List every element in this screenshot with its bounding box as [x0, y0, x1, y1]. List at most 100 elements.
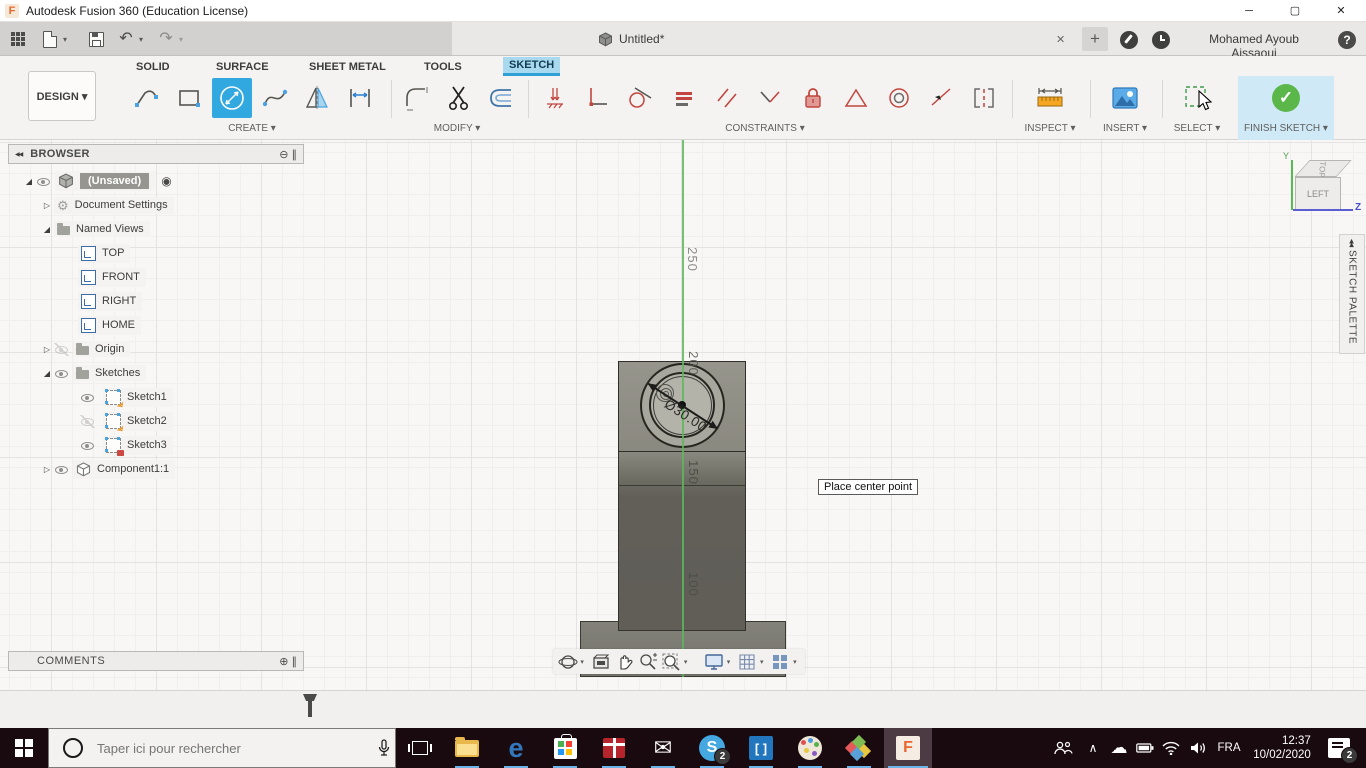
- circle-tool[interactable]: [212, 78, 252, 118]
- select-group-label[interactable]: SELECT ▾: [1157, 121, 1237, 135]
- viewports-icon[interactable]: [770, 651, 791, 673]
- tree-row-sketch1[interactable]: Sketch1: [8, 385, 308, 409]
- visibility-eye-icon[interactable]: [54, 463, 69, 476]
- hidden-icons-chevron[interactable]: ∧: [1080, 728, 1106, 768]
- taskbar-gift-icon[interactable]: [590, 728, 638, 768]
- equal-constraint[interactable]: [664, 78, 704, 118]
- midpoint-constraint[interactable]: [750, 78, 790, 118]
- zoom-window-caret-icon[interactable]: ▾: [684, 658, 692, 666]
- maximize-button[interactable]: ▢: [1278, 0, 1312, 22]
- visibility-eye-icon[interactable]: [80, 439, 95, 452]
- taskbar-design-tool-icon[interactable]: [835, 728, 883, 768]
- tree-row-component[interactable]: ▷ Component1:1: [8, 457, 308, 481]
- constraints-group-label[interactable]: CONSTRAINTS ▾: [715, 121, 815, 135]
- taskbar-paint-icon[interactable]: [786, 728, 834, 768]
- taskbar-brackets-icon[interactable]: [ ]: [737, 728, 785, 768]
- visibility-eye-icon[interactable]: [80, 391, 95, 404]
- start-button[interactable]: [0, 728, 48, 768]
- tree-item-label[interactable]: HOME: [102, 319, 135, 331]
- horizontal-vertical-constraint[interactable]: [535, 78, 575, 118]
- tree-row-sketch2[interactable]: Sketch2: [8, 409, 308, 433]
- finish-check-icon[interactable]: ✓: [1272, 84, 1300, 112]
- tab-sheet-metal[interactable]: SHEET METAL: [303, 57, 392, 76]
- people-icon[interactable]: [1046, 728, 1080, 768]
- tangent-constraint[interactable]: [620, 78, 660, 118]
- expand-panel-icon[interactable]: ◀◀: [1348, 239, 1355, 246]
- visibility-eye-off-icon[interactable]: [54, 342, 69, 356]
- tree-item-label[interactable]: Origin: [95, 343, 124, 355]
- collapsed-triangle-icon[interactable]: ▷: [40, 345, 54, 354]
- inspect-group-label[interactable]: INSPECT ▾: [1010, 121, 1090, 135]
- viewports-caret-icon[interactable]: ▾: [793, 658, 801, 666]
- design-workspace-button[interactable]: DESIGN ▾: [28, 71, 96, 121]
- visibility-eye-icon[interactable]: [36, 175, 51, 188]
- activate-radio-icon[interactable]: ◉: [161, 174, 171, 188]
- root-document-label[interactable]: (Unsaved): [80, 173, 150, 189]
- task-view-button[interactable]: [396, 728, 443, 768]
- dimension-tool[interactable]: [340, 78, 380, 118]
- collapsed-triangle-icon[interactable]: ▷: [40, 465, 54, 474]
- redo-icon[interactable]: ↷: [154, 28, 178, 50]
- rectangle-tool[interactable]: [169, 78, 209, 118]
- tree-item-label[interactable]: Sketches: [95, 367, 140, 379]
- tree-row-view-front[interactable]: FRONT: [8, 265, 308, 289]
- taskbar-store-icon[interactable]: [541, 728, 589, 768]
- panel-resize-handle[interactable]: ∥: [292, 148, 298, 161]
- clock[interactable]: 12:37 10/02/2020: [1246, 728, 1318, 768]
- tree-item-label[interactable]: FRONT: [102, 271, 140, 283]
- tree-item-label[interactable]: Component1:1: [97, 463, 169, 475]
- inspect-tool[interactable]: [1030, 78, 1070, 118]
- onedrive-cloud-icon[interactable]: ☁: [1106, 728, 1132, 768]
- taskbar-mail-icon[interactable]: ✉: [639, 728, 687, 768]
- taskbar-skype-icon[interactable]: S2: [688, 728, 736, 768]
- new-file-caret-icon[interactable]: ▾: [60, 28, 70, 50]
- browser-header[interactable]: ◀◀ BROWSER ⊖ ∥: [8, 144, 304, 164]
- visibility-eye-icon[interactable]: [54, 367, 69, 380]
- tree-row-origin[interactable]: ▷ Origin: [8, 337, 308, 361]
- microphone-icon[interactable]: [377, 739, 391, 757]
- close-button[interactable]: ✕: [1324, 0, 1358, 22]
- visibility-eye-off-icon[interactable]: [80, 414, 95, 428]
- insert-tool[interactable]: [1105, 78, 1145, 118]
- expanded-triangle-icon[interactable]: ◢: [22, 177, 36, 186]
- modify-group-label[interactable]: MODIFY ▾: [417, 121, 497, 135]
- fillet-tool[interactable]: [397, 78, 437, 118]
- tree-row-view-home[interactable]: HOME: [8, 313, 308, 337]
- offset-tool[interactable]: [481, 78, 521, 118]
- notification-clock-icon[interactable]: [1152, 31, 1170, 49]
- add-comment-icon[interactable]: ⊕: [279, 655, 288, 668]
- spline-tool[interactable]: [255, 78, 295, 118]
- hide-all-icon[interactable]: ⊖: [279, 148, 288, 161]
- tree-item-label[interactable]: Named Views: [76, 223, 144, 235]
- tree-item-label[interactable]: Sketch2: [127, 415, 167, 427]
- job-status-icon[interactable]: [1120, 31, 1138, 49]
- redo-caret-icon[interactable]: ▾: [176, 28, 186, 50]
- new-file-icon[interactable]: [38, 28, 62, 50]
- display-caret-icon[interactable]: ▾: [727, 658, 735, 666]
- look-at-icon[interactable]: [590, 651, 611, 673]
- orbit-caret-icon[interactable]: ▾: [580, 658, 588, 666]
- taskbar-fusion360-icon[interactable]: F: [884, 728, 932, 768]
- taskbar-edge-icon[interactable]: e: [492, 728, 540, 768]
- viewcube-front-face[interactable]: LEFT: [1295, 177, 1341, 210]
- undo-caret-icon[interactable]: ▾: [136, 28, 146, 50]
- expanded-triangle-icon[interactable]: ◢: [40, 369, 54, 378]
- language-indicator[interactable]: FRA: [1212, 728, 1246, 768]
- collapsed-triangle-icon[interactable]: ▷: [40, 201, 54, 210]
- wifi-icon[interactable]: [1158, 728, 1184, 768]
- sketch-palette-tab[interactable]: ◀◀ SKETCH PALETTE: [1339, 234, 1365, 354]
- mirror-tool[interactable]: [297, 78, 337, 118]
- tree-row-sketch3[interactable]: Sketch3: [8, 433, 308, 457]
- tree-item-label[interactable]: TOP: [102, 247, 124, 259]
- display-settings-icon[interactable]: [703, 651, 724, 673]
- finish-sketch-label[interactable]: FINISH SKETCH ▾: [1238, 121, 1334, 135]
- grid-settings-icon[interactable]: [737, 651, 758, 673]
- pan-icon[interactable]: [614, 651, 635, 673]
- line-tool[interactable]: [126, 78, 166, 118]
- tab-surface[interactable]: SURFACE: [210, 57, 275, 76]
- battery-icon[interactable]: [1132, 728, 1158, 768]
- zoom-icon[interactable]: [637, 651, 658, 673]
- tree-item-label[interactable]: Sketch1: [127, 391, 167, 403]
- tab-solid[interactable]: SOLID: [130, 57, 176, 76]
- speaker-icon[interactable]: [1184, 728, 1212, 768]
